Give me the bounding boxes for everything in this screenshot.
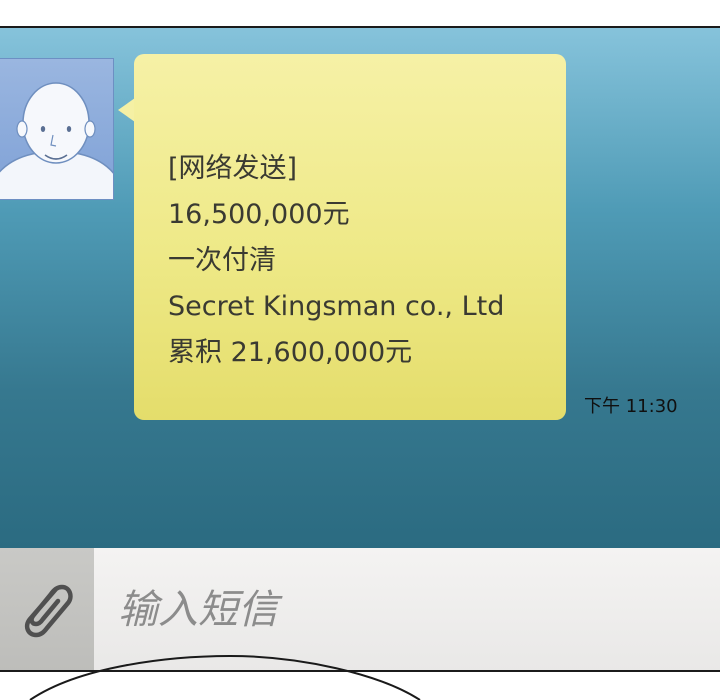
message-thread[interactable]: [网络发送] 16,500,000元 一次付清 Secret Kingsman … xyxy=(0,28,720,548)
message-line-payment-type: 一次付清 xyxy=(168,245,276,276)
decorative-outline xyxy=(0,648,720,700)
paperclip-icon xyxy=(24,584,73,638)
default-user-icon xyxy=(0,82,113,199)
message-timestamp: 下午 11:30 xyxy=(584,396,678,417)
curve-outline xyxy=(29,654,421,700)
message-line-total: 累积 21,600,000元 xyxy=(168,337,413,368)
message-bubble[interactable]: [网络发送] 16,500,000元 一次付清 Secret Kingsman … xyxy=(134,54,566,420)
bubble-tail xyxy=(118,98,135,122)
contact-avatar[interactable] xyxy=(0,58,114,200)
message-line-header: [网络发送] xyxy=(168,153,298,184)
message-line-amount: 16,500,000元 xyxy=(168,199,350,230)
chat-screen: [网络发送] 16,500,000元 一次付清 Secret Kingsman … xyxy=(0,26,720,672)
message-line-sender: Secret Kingsman co., Ltd xyxy=(168,291,505,322)
